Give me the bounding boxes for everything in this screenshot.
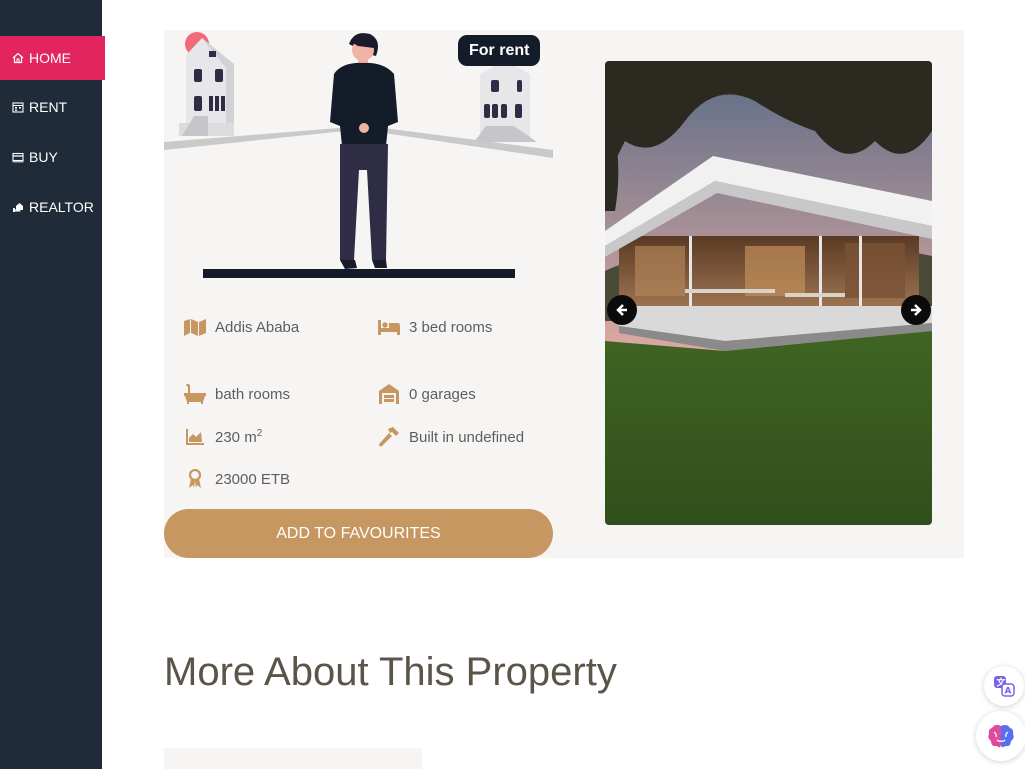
section-title: More About This Property (164, 650, 617, 694)
translate-icon: 文A (994, 676, 1015, 697)
feature-label: bath rooms (215, 385, 291, 403)
map-icon (184, 317, 206, 337)
rent-illustration (164, 32, 553, 278)
area-value: 230 m (215, 429, 257, 446)
add-to-favourites-button[interactable]: ADD TO FAVOURITES (164, 509, 553, 558)
translate-button[interactable]: 文A (984, 666, 1024, 706)
arrow-left-icon (616, 304, 627, 316)
feature-label: 0 garages (409, 385, 476, 403)
feature-bathrooms: bath rooms (184, 384, 290, 404)
sidebar-item-home[interactable]: HOME (0, 36, 105, 80)
arrow-right-icon (911, 304, 922, 316)
bed-icon (378, 317, 400, 337)
feature-area: 230 m2 (184, 427, 262, 447)
house-image (605, 61, 932, 525)
sidebar-item-label: BUY (29, 149, 58, 165)
feature-price: 23000 ETB (184, 469, 290, 489)
brain-icon (988, 724, 1014, 748)
property-card: For rent Addis Ababa 3 bed rooms bath ro… (164, 30, 964, 558)
sidebar-item-realtor[interactable]: REALTOR (0, 185, 94, 229)
details-panel (164, 748, 422, 769)
calendar-icon (11, 101, 24, 114)
feature-label: Addis Ababa (215, 318, 300, 336)
garage-icon (378, 384, 400, 404)
status-badge: For rent (458, 35, 541, 66)
sidebar: HOME RENT BUY REALTOR (0, 0, 105, 769)
sidebar-item-label: HOME (29, 50, 71, 66)
next-image-button[interactable] (901, 295, 931, 325)
sidebar-item-label: REALTOR (29, 199, 94, 215)
feature-label: 230 m2 (215, 428, 262, 446)
feature-label: Built in undefined (409, 428, 525, 446)
sidebar-item-buy[interactable]: BUY (0, 135, 58, 179)
feature-built: Built in undefined (378, 427, 524, 447)
feature-garages: 0 garages (378, 384, 476, 404)
bath-icon (184, 384, 206, 404)
svg-text:A: A (1005, 687, 1012, 697)
feature-label: 23000 ETB (215, 470, 291, 488)
sidebar-item-rent[interactable]: RENT (0, 85, 67, 129)
prev-image-button[interactable] (607, 295, 637, 325)
award-icon (184, 469, 206, 489)
home-icon (11, 52, 24, 65)
hammer-icon (378, 427, 400, 447)
feature-bedrooms: 3 bed rooms (378, 317, 492, 337)
house-hand-icon (11, 201, 24, 214)
area-exponent: 2 (256, 428, 263, 439)
feature-label: 3 bed rooms (409, 318, 493, 336)
sidebar-item-label: RENT (29, 99, 68, 115)
card-icon (11, 151, 24, 164)
feature-location: Addis Ababa (184, 317, 299, 337)
ai-assistant-button[interactable] (976, 711, 1025, 761)
property-photo (605, 61, 932, 525)
area-chart-icon (184, 427, 206, 447)
